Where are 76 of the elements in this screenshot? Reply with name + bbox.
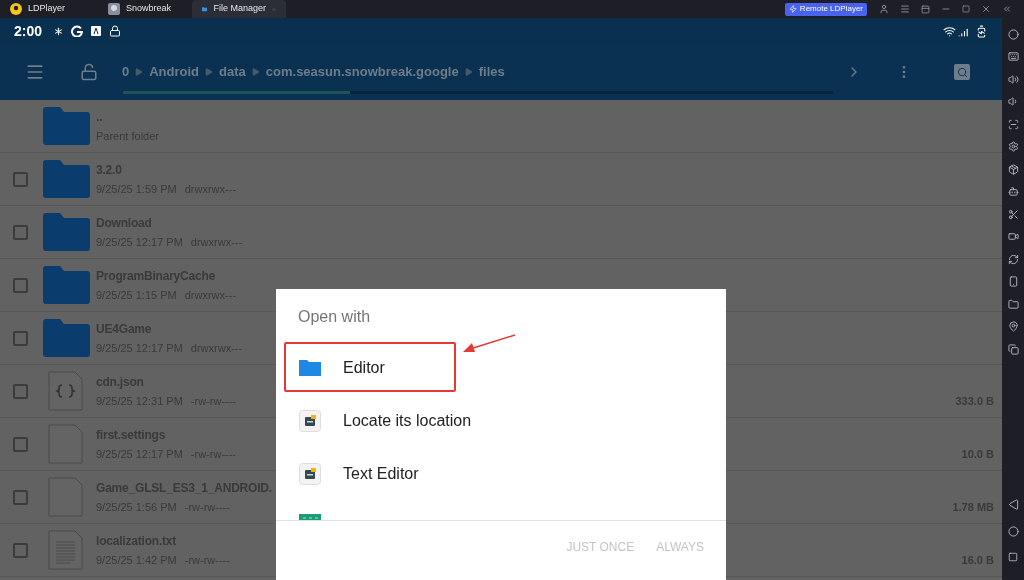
tab[interactable]: Snowbreak: [98, 0, 192, 18]
file-icon: [48, 477, 83, 517]
folder-icon: [202, 4, 208, 14]
box-icon[interactable]: [1007, 163, 1019, 175]
checkbox[interactable]: [13, 436, 28, 452]
video-icon[interactable]: [1007, 231, 1019, 243]
folder-icon: [43, 319, 90, 357]
settings-icon[interactable]: [1007, 141, 1019, 153]
separator-icon: [251, 68, 260, 76]
keyboard-icon[interactable]: [1007, 51, 1019, 63]
separator-icon: [205, 68, 214, 76]
app-icon: [299, 514, 321, 520]
recents-icon[interactable]: [1008, 552, 1018, 562]
breadcrumb[interactable]: com.seasun.snowbreak.google: [265, 62, 459, 82]
app-icon: [108, 3, 120, 15]
search-button[interactable]: [954, 64, 970, 80]
maximize-icon[interactable]: [962, 5, 970, 13]
volume-down-icon[interactable]: [1007, 96, 1019, 108]
close-icon[interactable]: [981, 4, 991, 14]
checkbox[interactable]: [13, 489, 28, 505]
clock: 2:00: [14, 21, 43, 41]
menu-icon[interactable]: [900, 4, 910, 14]
app-icon: [299, 462, 321, 485]
wifi-icon: [943, 24, 956, 38]
folder-icon: [43, 213, 90, 251]
search-icon: [956, 66, 968, 78]
breadcrumb[interactable]: Android: [149, 62, 200, 82]
google-icon: [71, 25, 84, 37]
circle-icon[interactable]: [1007, 28, 1019, 40]
volume-up-icon[interactable]: [1007, 73, 1019, 85]
text-file-icon: [48, 530, 83, 570]
app-icon: [299, 409, 321, 432]
back-icon[interactable]: [1007, 499, 1019, 510]
logo-icon: [10, 3, 22, 15]
keyboard-icon: [91, 26, 102, 36]
lightning-icon: [788, 5, 797, 13]
battery-icon: [975, 24, 988, 38]
tab[interactable]: File Manager: [192, 0, 286, 18]
lock-icon: [109, 25, 122, 37]
collapse-icon[interactable]: [1002, 4, 1012, 14]
phone-icon[interactable]: [1007, 276, 1019, 288]
checkbox[interactable]: [13, 224, 28, 240]
breadcrumb[interactable]: 0: [122, 62, 130, 82]
folder-icon: [43, 160, 90, 198]
menu-icon[interactable]: [25, 62, 45, 82]
folder-icon[interactable]: [1007, 298, 1019, 310]
tab[interactable]: LDPlayer: [0, 0, 98, 18]
folder-icon: [299, 359, 321, 376]
file-icon: [48, 424, 83, 464]
account-icon[interactable]: [879, 4, 889, 14]
breadcrumb[interactable]: files: [478, 62, 505, 82]
windows-icon[interactable]: [1007, 343, 1019, 355]
unlock-icon[interactable]: [80, 63, 98, 81]
separator-icon: [135, 68, 144, 76]
checkbox[interactable]: [13, 383, 28, 399]
home-icon[interactable]: [1007, 526, 1019, 537]
separator-icon: [464, 68, 473, 76]
checkbox[interactable]: [13, 171, 28, 187]
scissors-icon[interactable]: [1007, 208, 1019, 220]
robot-icon[interactable]: [1007, 186, 1019, 198]
code-file-icon: [48, 371, 83, 411]
checkbox[interactable]: [13, 542, 28, 558]
app-option[interactable]: Text Editor: [276, 447, 726, 500]
app-option[interactable]: Locate its location: [276, 394, 726, 447]
remote-button[interactable]: Remote LDPlayer: [784, 2, 867, 16]
folder-icon: [43, 266, 90, 304]
breadcrumb[interactable]: data: [219, 62, 246, 82]
checkbox[interactable]: [13, 330, 28, 346]
file-name: ..: [96, 110, 103, 123]
location-pin-icon[interactable]: [1007, 321, 1019, 333]
sync-icon[interactable]: [1007, 253, 1019, 265]
checkbox[interactable]: [13, 277, 28, 293]
resize-icon[interactable]: [921, 4, 930, 14]
pointer-arrow: [462, 334, 516, 354]
screenshot-icon[interactable]: [1007, 118, 1019, 130]
folder-icon: [43, 107, 90, 145]
